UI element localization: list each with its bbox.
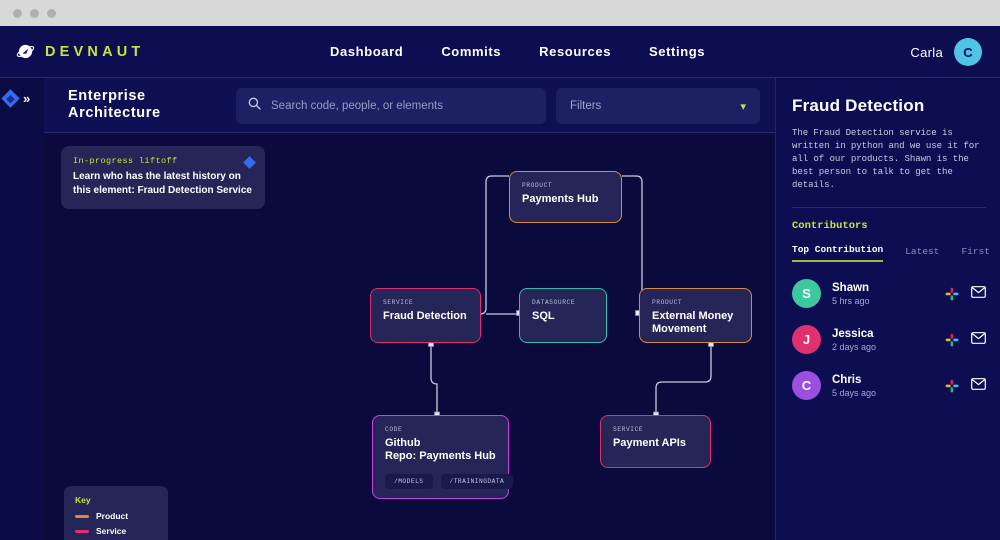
panel-divider (792, 207, 986, 208)
avatar: C (792, 371, 821, 400)
node-kind-label: PRODUCT (652, 299, 683, 306)
node-kind-label: DATASOURCE (532, 299, 576, 306)
avatar: S (792, 279, 821, 308)
node-github[interactable]: CODE Github Repo: Payments Hub /MODELS /… (372, 415, 514, 499)
tag-trainingdata[interactable]: /TRAININGDATA (440, 474, 514, 489)
window-minimize-button[interactable] (30, 8, 39, 18)
search-bar[interactable] (236, 88, 546, 124)
mail-icon[interactable] (971, 331, 986, 349)
contributor-timestamp: 5 days ago (832, 388, 877, 398)
app-window: DEVNAUT Dashboard Commits Resources Sett… (0, 0, 1000, 540)
contributor-name: Shawn (832, 282, 870, 294)
node-tags: /MODELS /TRAININGDATA (385, 474, 514, 489)
page-title: Enterprise Architecture (68, 88, 161, 121)
avatar[interactable]: C (954, 38, 982, 66)
node-kind-label: CODE (385, 426, 403, 433)
node-kind-label: SERVICE (383, 299, 414, 306)
search-icon (248, 97, 261, 115)
planet-icon (16, 42, 35, 61)
history-tooltip-card[interactable]: In-progress liftoff Learn who has the la… (61, 146, 265, 209)
legend-item-service: Service (75, 526, 158, 536)
node-name-label: Payment APIs (613, 437, 686, 449)
tab-first[interactable]: First (961, 246, 990, 262)
contributor-meta: Shawn 5 hrs ago (832, 281, 945, 306)
brand-name: DEVNAUT (45, 43, 145, 60)
node-name-label: Github (385, 437, 421, 449)
contributor-row[interactable]: S Shawn 5 hrs ago (792, 279, 986, 308)
node-name-label: Payments Hub (522, 193, 599, 205)
contributor-meta: Chris 5 days ago (832, 373, 945, 398)
node-sql[interactable]: DATASOURCE SQL (519, 288, 607, 343)
node-external-money-movement[interactable]: PRODUCT External Money Movement (639, 288, 752, 343)
node-name-label: SQL (532, 310, 555, 322)
legend-swatch-service (75, 529, 89, 533)
search-input[interactable] (271, 100, 534, 112)
tag-models[interactable]: /MODELS (385, 474, 433, 489)
mail-icon[interactable] (971, 377, 986, 395)
node-name-label: Fraud Detection (383, 310, 467, 322)
legend-label: Service (96, 526, 127, 536)
tooltip-text: Learn who has the latest history on this… (73, 171, 252, 196)
contributor-timestamp: 5 hrs ago (832, 296, 870, 306)
contributor-name: Jessica (832, 328, 874, 340)
nav-link-settings[interactable]: Settings (649, 44, 705, 59)
tooltip-status-label: In-progress liftoff (73, 156, 178, 166)
legend-swatch-product (75, 514, 89, 518)
nav-link-commits[interactable]: Commits (441, 44, 501, 59)
nav-link-resources[interactable]: Resources (539, 44, 611, 59)
nav-link-dashboard[interactable]: Dashboard (330, 44, 403, 59)
contributor-timestamp: 2 days ago (832, 342, 877, 352)
contributor-actions (945, 377, 986, 395)
window-titlebar (0, 0, 1000, 26)
top-navigation-bar: DEVNAUT Dashboard Commits Resources Sett… (0, 26, 1000, 78)
contributor-actions (945, 331, 986, 349)
mail-icon[interactable] (971, 285, 986, 303)
contributor-actions (945, 285, 986, 303)
node-name-label: External Money Movement (652, 310, 734, 335)
slack-icon[interactable] (945, 333, 959, 347)
legend-label: Product (96, 511, 129, 521)
details-description: The Fraud Detection service is written i… (792, 127, 980, 190)
avatar: J (792, 325, 821, 354)
legend-key-card: Key Product Service Code (64, 486, 168, 540)
filters-dropdown[interactable]: Filters ▾ (556, 88, 760, 124)
architecture-canvas[interactable]: In-progress liftoff Learn who has the la… (44, 133, 775, 540)
filters-label: Filters (570, 100, 602, 112)
sidebar-expand-toggle[interactable]: » (1, 89, 30, 108)
node-kind-label: PRODUCT (522, 182, 553, 189)
contributor-meta: Jessica 2 days ago (832, 327, 945, 352)
window-close-button[interactable] (13, 8, 22, 18)
tab-top-contribution[interactable]: Top Contribution (792, 244, 884, 262)
diamond-icon (1, 89, 20, 108)
chevron-down-icon: ▾ (740, 100, 746, 113)
contributor-row[interactable]: J Jessica 2 days ago (792, 325, 986, 354)
nav-links: Dashboard Commits Resources Settings (330, 44, 705, 59)
brand-logo[interactable]: DEVNAUT (0, 42, 320, 61)
node-payment-apis[interactable]: SERVICE Payment APIs (600, 415, 711, 468)
node-fraud-detection[interactable]: SERVICE Fraud Detection (370, 288, 481, 343)
contributor-name: Chris (832, 374, 862, 386)
double-chevron-right-icon: » (23, 91, 30, 106)
left-rail: » (0, 78, 44, 540)
details-panel: Fraud Detection The Fraud Detection serv… (775, 78, 1000, 540)
node-kind-label: SERVICE (613, 426, 644, 433)
details-title: Fraud Detection (792, 96, 925, 115)
tab-latest[interactable]: Latest (905, 246, 939, 262)
contributors-tabs: Top Contribution Latest First (792, 244, 990, 262)
contributor-row[interactable]: C Chris 5 days ago (792, 371, 986, 400)
contributors-heading: Contributors (792, 220, 868, 232)
node-subtitle-label: Repo: Payments Hub (385, 450, 496, 462)
slack-icon[interactable] (945, 287, 959, 301)
legend-item-product: Product (75, 511, 158, 521)
window-maximize-button[interactable] (47, 8, 56, 18)
legend-title: Key (75, 495, 91, 505)
node-payments-hub[interactable]: PRODUCT Payments Hub (509, 171, 622, 223)
user-menu[interactable]: Carla C (910, 26, 982, 78)
user-name-label: Carla (910, 44, 943, 60)
slack-icon[interactable] (945, 379, 959, 393)
